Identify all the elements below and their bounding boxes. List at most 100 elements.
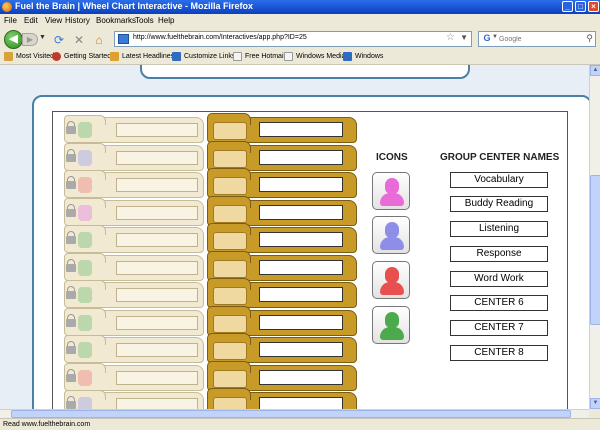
pink-student-icon[interactable] (372, 172, 410, 210)
left-name-field[interactable] (116, 371, 198, 385)
menu-history[interactable]: History (65, 16, 90, 25)
group-name-4[interactable]: Response (450, 246, 548, 262)
menu-view[interactable]: View (45, 16, 62, 25)
right-icon-slot[interactable] (213, 287, 247, 305)
left-icon-slot[interactable] (78, 122, 92, 138)
right-icon-slot[interactable] (213, 177, 247, 195)
lock-icon[interactable] (66, 374, 76, 382)
left-icon-slot[interactable] (78, 205, 92, 221)
bookmark-star-icon[interactable]: ☆ (446, 32, 455, 43)
right-name-field[interactable] (259, 315, 343, 330)
left-icon-slot[interactable] (78, 177, 92, 193)
lock-icon[interactable] (66, 346, 76, 354)
left-icon-slot[interactable] (78, 260, 92, 276)
stop-icon[interactable]: ✕ (72, 33, 86, 47)
menu-edit[interactable]: Edit (24, 16, 38, 25)
left-icon-slot[interactable] (78, 315, 92, 331)
search-icon[interactable]: ⚲ (586, 33, 593, 44)
bookmark-most-visited[interactable]: Most Visited (4, 52, 54, 63)
lock-icon[interactable] (66, 264, 76, 272)
left-name-field[interactable] (116, 233, 198, 247)
menu-bookmarks[interactable]: Bookmarks (96, 16, 136, 25)
lock-icon[interactable] (66, 154, 76, 162)
lock-icon[interactable] (66, 181, 76, 189)
bookmark-getting-started[interactable]: Getting Started (52, 52, 111, 63)
group-name-6[interactable]: CENTER 6 (450, 295, 548, 311)
right-name-field[interactable] (259, 342, 343, 357)
group-name-7[interactable]: CENTER 7 (450, 320, 548, 336)
left-name-field[interactable] (116, 178, 198, 192)
right-icon-slot[interactable] (213, 205, 247, 223)
left-icon-slot[interactable] (78, 232, 92, 248)
scroll-up-icon[interactable]: ▲ (590, 65, 600, 76)
right-name-field[interactable] (259, 370, 343, 385)
left-name-field[interactable] (116, 206, 198, 220)
right-name-field[interactable] (259, 260, 343, 275)
left-name-field[interactable] (116, 288, 198, 302)
address-bar[interactable]: http://www.fuelthebrain.com/Interactives… (114, 31, 472, 47)
bookmark-customize-links[interactable]: Customize Links (172, 52, 235, 63)
left-icon-slot[interactable] (78, 370, 92, 386)
right-name-field[interactable] (259, 205, 343, 220)
bookmark-windows[interactable]: Windows (343, 52, 383, 63)
left-name-field[interactable] (116, 261, 198, 275)
group-name-8[interactable]: CENTER 8 (450, 345, 548, 361)
group-name-5[interactable]: Word Work (450, 271, 548, 287)
minimize-button[interactable]: _ (562, 1, 573, 12)
right-name-field[interactable] (259, 232, 343, 247)
lock-icon[interactable] (66, 401, 76, 409)
right-name-field[interactable] (259, 177, 343, 192)
group-name-2[interactable]: Buddy Reading (450, 196, 548, 212)
bookmark-latest-headlines[interactable]: Latest Headlines (110, 52, 174, 63)
lock-icon[interactable] (66, 236, 76, 244)
green-student-icon[interactable] (372, 306, 410, 344)
group-name-3[interactable]: Listening (450, 221, 548, 237)
left-name-field[interactable] (116, 151, 198, 165)
right-icon-slot[interactable] (213, 315, 247, 333)
right-name-field[interactable] (259, 287, 343, 302)
vertical-scrollbar[interactable]: ▲ ▼ (589, 65, 600, 409)
right-icon-slot[interactable] (213, 370, 247, 388)
lock-icon[interactable] (66, 319, 76, 327)
right-icon-slot[interactable] (213, 260, 247, 278)
search-bar[interactable]: G ▼ ⚲ (478, 31, 596, 47)
engine-dropdown-icon[interactable]: ▼ (492, 34, 498, 40)
scroll-down-icon[interactable]: ▼ (590, 398, 600, 409)
url-dropdown-icon[interactable]: ▼ (460, 33, 468, 42)
group-name-1[interactable]: Vocabulary (450, 172, 548, 188)
menu-help[interactable]: Help (158, 16, 174, 25)
scroll-thumb[interactable] (590, 175, 600, 325)
right-icon-slot[interactable] (213, 150, 247, 168)
horizontal-scroll-thumb[interactable] (11, 410, 571, 418)
search-input[interactable] (499, 33, 579, 45)
left-name-field[interactable] (116, 316, 198, 330)
forward-button[interactable]: ▶ (22, 33, 38, 46)
right-icon-slot[interactable] (213, 342, 247, 360)
bookmark-free-hotmail[interactable]: Free Hotmail (233, 52, 285, 63)
left-icon-slot[interactable] (78, 287, 92, 303)
left-name-field[interactable] (116, 343, 198, 357)
right-name-field[interactable] (259, 122, 343, 137)
left-icon-slot[interactable] (78, 150, 92, 166)
site-favicon-icon (118, 34, 129, 44)
close-button[interactable]: × (588, 1, 599, 12)
right-icon-slot[interactable] (213, 232, 247, 250)
horizontal-scrollbar[interactable] (0, 409, 589, 418)
right-name-field[interactable] (259, 150, 343, 165)
left-name-field[interactable] (116, 123, 198, 137)
lock-icon[interactable] (66, 209, 76, 217)
maximize-button[interactable]: □ (575, 1, 586, 12)
left-icon-slot[interactable] (78, 342, 92, 358)
lock-icon[interactable] (66, 291, 76, 299)
red-student-icon[interactable] (372, 261, 410, 299)
reload-icon[interactable]: ⟳ (52, 33, 66, 47)
lock-icon[interactable] (66, 126, 76, 134)
home-icon[interactable]: ⌂ (92, 33, 106, 47)
menu-tools[interactable]: Tools (135, 16, 154, 25)
back-button[interactable]: ◀ (4, 30, 23, 49)
menu-file[interactable]: File (4, 16, 17, 25)
history-dropdown-icon[interactable]: ▼ (39, 34, 46, 41)
bookmark-windows-media[interactable]: Windows Media (284, 52, 345, 63)
right-icon-slot[interactable] (213, 122, 247, 140)
purple-student-icon[interactable] (372, 216, 410, 254)
